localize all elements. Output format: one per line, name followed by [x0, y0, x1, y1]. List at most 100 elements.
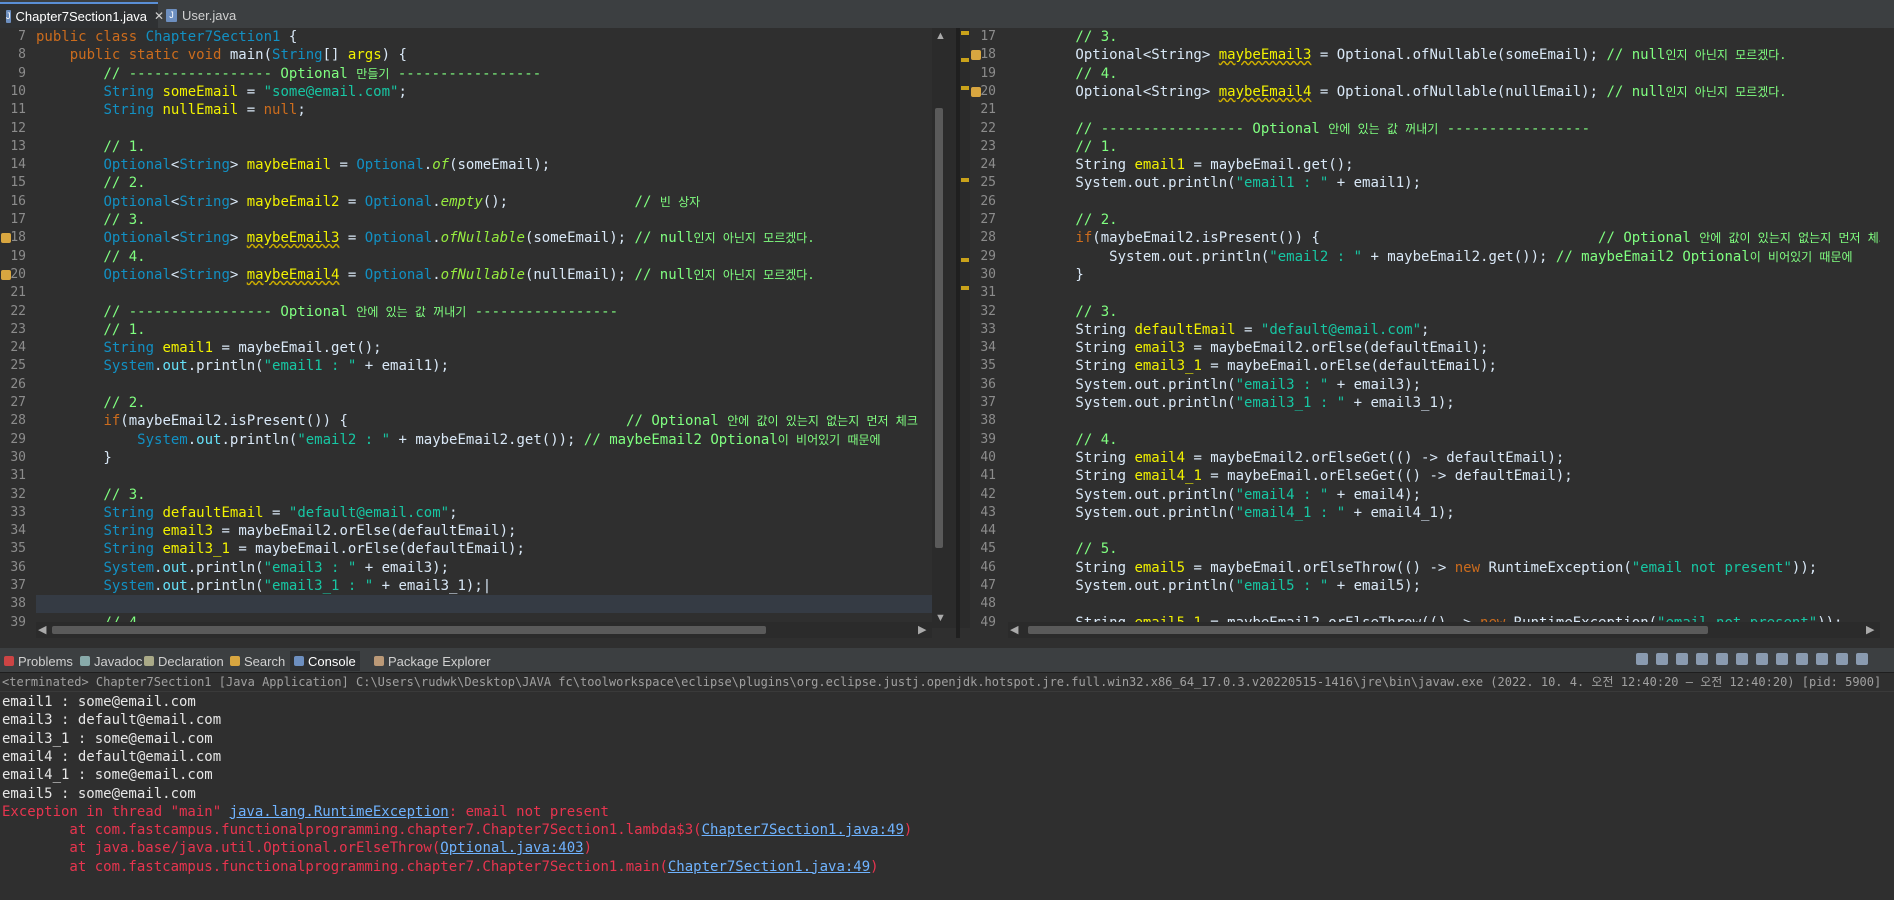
code-line[interactable]: // ----------------- Optional 만들기 ------… — [36, 65, 541, 83]
scroll-up-icon[interactable]: ▲ — [935, 30, 946, 42]
code-line[interactable]: Optional<String> maybeEmail4 = Optional.… — [36, 266, 814, 284]
code-line[interactable]: // 2. — [1008, 211, 1117, 229]
code-line[interactable]: String email3 = maybeEmail2.orElse(defau… — [1008, 339, 1488, 357]
pin-console-icon[interactable] — [1756, 653, 1768, 665]
code-line[interactable]: // 5. — [1008, 540, 1117, 558]
warning-icon[interactable] — [971, 50, 981, 61]
show-console-icon[interactable] — [1736, 653, 1748, 665]
maximize-icon[interactable] — [1856, 653, 1868, 665]
stack-trace-link[interactable]: Chapter7Section1.java:49 — [668, 859, 870, 875]
code-area[interactable]: // 3. Optional<String> maybeEmail3 = Opt… — [1008, 28, 1880, 628]
warning-marker[interactable] — [961, 58, 969, 62]
code-line[interactable]: System.out.println("email1 : " + email1)… — [36, 357, 449, 375]
code-line[interactable]: // 1. — [1008, 138, 1117, 156]
stack-trace-link[interactable]: java.lang.RuntimeException — [230, 804, 449, 820]
code-line[interactable]: Optional<String> maybeEmail4 = Optional.… — [1008, 83, 1786, 101]
open-console-icon[interactable] — [1816, 653, 1828, 665]
word-wrap-icon[interactable] — [1716, 653, 1728, 665]
code-line[interactable]: System.out.println("email5 : " + email5)… — [1008, 577, 1421, 595]
view-tab-declaration[interactable]: Declaration — [144, 651, 224, 671]
code-area[interactable]: public class Chapter7Section1 { public s… — [36, 28, 932, 628]
console-output[interactable]: email1 : some@email.com email3 : default@… — [0, 693, 1894, 900]
scrollbar-thumb[interactable] — [935, 108, 943, 548]
code-line[interactable]: // 3. — [36, 486, 145, 504]
code-line[interactable]: System.out.println("email3_1 : " + email… — [36, 577, 491, 595]
code-line[interactable]: System.out.println("email2 : " + maybeEm… — [36, 431, 880, 449]
code-line[interactable]: // 4. — [1008, 65, 1117, 83]
view-tab-console[interactable]: Console — [290, 651, 360, 671]
code-line[interactable]: // ----------------- Optional 안에 있는 값 꺼내… — [1008, 120, 1590, 138]
code-line[interactable]: // 4. — [1008, 431, 1117, 449]
code-line[interactable]: System.out.println("email1 : " + email1)… — [1008, 174, 1421, 192]
code-line[interactable]: System.out.println("email4_1 : " + email… — [1008, 504, 1454, 522]
code-line[interactable]: String email5 = maybeEmail.orElseThrow((… — [1008, 559, 1817, 577]
warning-marker[interactable] — [961, 258, 969, 262]
minimize-icon[interactable] — [1836, 653, 1848, 665]
code-line[interactable]: public class Chapter7Section1 { — [36, 28, 297, 46]
code-line[interactable]: String email1 = maybeEmail.get(); — [36, 339, 381, 357]
code-line[interactable]: System.out.println("email3_1 : " + email… — [1008, 394, 1454, 412]
scroll-left-icon[interactable]: ◀ — [1010, 623, 1018, 636]
code-line[interactable]: // 2. — [36, 174, 145, 192]
code-line[interactable]: // 3. — [36, 211, 145, 229]
code-line[interactable]: System.out.println("email2 : " + maybeEm… — [1008, 248, 1852, 266]
code-line[interactable]: } — [36, 449, 111, 467]
view-tab-problems[interactable]: Problems — [4, 651, 73, 671]
horizontal-scrollbar[interactable]: ◀ ▶ — [36, 622, 932, 638]
scrollbar-thumb[interactable] — [1028, 626, 1708, 634]
code-line[interactable]: // 1. — [36, 321, 145, 339]
scroll-right-icon[interactable]: ▶ — [918, 623, 926, 636]
warning-marker[interactable] — [961, 31, 969, 35]
terminate-icon[interactable] — [1676, 653, 1688, 665]
scroll-down-icon[interactable]: ▼ — [935, 612, 946, 624]
view-tab-package-explorer[interactable]: Package Explorer — [374, 651, 491, 671]
code-line[interactable]: Optional<String> maybeEmail3 = Optional.… — [1008, 46, 1786, 64]
code-line[interactable]: String email3_1 = maybeEmail.orElse(defa… — [36, 540, 524, 558]
code-line[interactable]: // ----------------- Optional 안에 있는 값 꺼내… — [36, 303, 618, 321]
warning-icon[interactable] — [971, 86, 981, 97]
scroll-left-icon[interactable]: ◀ — [38, 623, 46, 636]
code-line[interactable]: Optional<String> maybeEmail = Optional.o… — [36, 156, 550, 174]
tab-chapter7section1[interactable]: J Chapter7Section1.java ✕ — [0, 2, 164, 28]
new-console-icon[interactable] — [1796, 653, 1808, 665]
warning-marker[interactable] — [961, 86, 969, 90]
code-line[interactable]: String email3_1 = maybeEmail.orElse(defa… — [1008, 357, 1496, 375]
code-line[interactable]: String email1 = maybeEmail.get(); — [1008, 156, 1353, 174]
remove-launch-icon[interactable] — [1636, 653, 1648, 665]
code-line[interactable]: // 2. — [36, 394, 145, 412]
code-line[interactable]: String someEmail = "some@email.com"; — [36, 83, 406, 101]
warning-icon[interactable] — [1, 233, 11, 244]
code-line[interactable]: Optional<String> maybeEmail3 = Optional.… — [36, 229, 814, 247]
code-line[interactable]: String nullEmail = null; — [36, 101, 305, 119]
editor-right[interactable]: 17 18 19 20 21 22 23 24 25 26 27 28 29 30 31 32 33 34 35 36… — [960, 28, 1894, 638]
code-line[interactable]: // 1. — [36, 138, 145, 156]
code-line[interactable]: String defaultEmail = "default@email.com… — [1008, 321, 1429, 339]
tab-user-java[interactable]: J User.java — [160, 2, 250, 28]
code-line[interactable]: public static void main(String[] args) { — [36, 46, 407, 64]
warning-marker[interactable] — [961, 286, 969, 290]
code-line[interactable]: } — [1008, 266, 1083, 284]
code-line[interactable]: System.out.println("email3 : " + email3)… — [36, 559, 449, 577]
code-line[interactable]: // 3. — [1008, 28, 1117, 46]
code-line[interactable]: String email3 = maybeEmail2.orElse(defau… — [36, 522, 516, 540]
code-line[interactable]: String defaultEmail = "default@email.com… — [36, 504, 457, 522]
code-line[interactable]: System.out.println("email4 : " + email4)… — [1008, 486, 1421, 504]
code-line[interactable]: String email4_1 = maybeEmail.orElseGet((… — [1008, 467, 1572, 485]
code-line[interactable]: Optional<String> maybeEmail2 = Optional.… — [36, 193, 700, 211]
warning-marker[interactable] — [961, 178, 969, 182]
stack-trace-link[interactable]: Optional.java:403 — [440, 840, 583, 856]
code-line[interactable]: if(maybeEmail2.isPresent()) { // Optiona… — [36, 412, 917, 430]
scrollbar-thumb[interactable] — [52, 626, 766, 634]
view-tab-search[interactable]: Search — [230, 651, 285, 671]
editor-left[interactable]: 7 8 9 10 11 12 13 14 15 16 17 18 19 20 21 22 23 24 25 26 27 2… — [0, 28, 956, 638]
display-console-icon[interactable] — [1776, 653, 1788, 665]
view-tab-javadoc[interactable]: Javadoc — [80, 651, 142, 671]
code-line[interactable]: // 3. — [1008, 303, 1117, 321]
code-line[interactable]: if(maybeEmail2.isPresent()) { // Optiona… — [1008, 229, 1880, 247]
stack-trace-link[interactable]: Chapter7Section1.java:49 — [702, 822, 904, 838]
horizontal-scrollbar[interactable]: ◀ ▶ — [1008, 622, 1880, 638]
scroll-right-icon[interactable]: ▶ — [1866, 623, 1874, 636]
vertical-scrollbar[interactable]: ▲ ▼ — [932, 28, 946, 628]
code-line[interactable]: System.out.println("email3 : " + email3)… — [1008, 376, 1421, 394]
scroll-lock-icon[interactable] — [1696, 653, 1708, 665]
